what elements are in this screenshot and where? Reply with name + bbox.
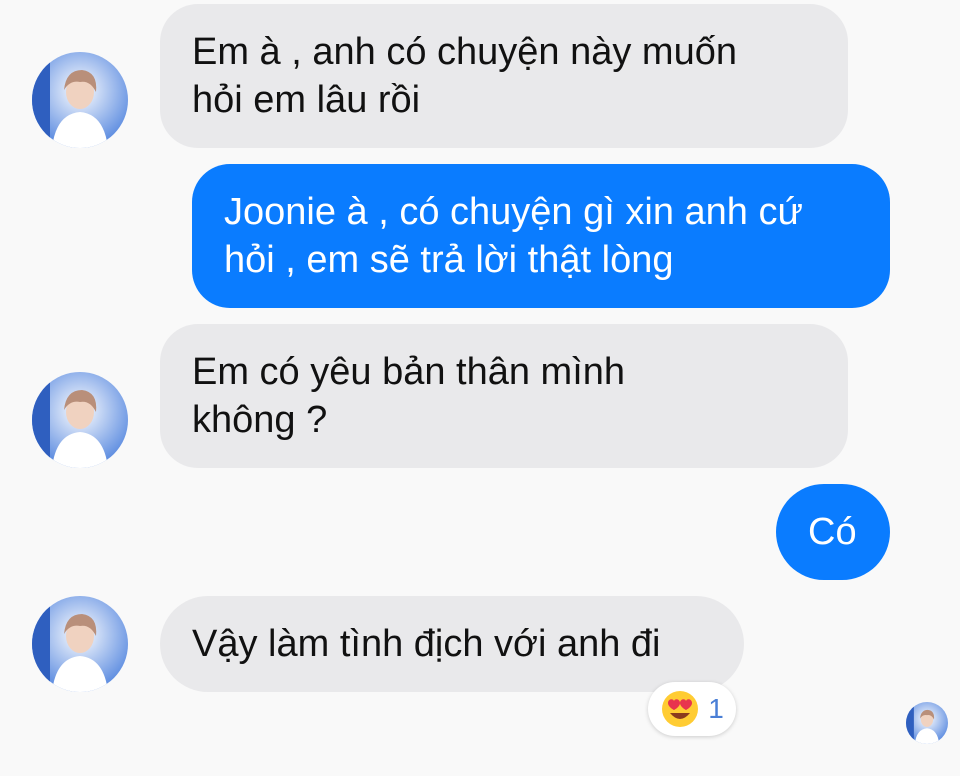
outgoing-message-bubble[interactable]: Có — [776, 484, 890, 580]
incoming-message-bubble[interactable]: Vậy làm tình địch với anh đi — [160, 596, 744, 692]
reaction-count: 1 — [708, 693, 724, 724]
profile-photo-icon — [32, 52, 128, 148]
contact-avatar[interactable] — [32, 372, 128, 468]
incoming-message-bubble[interactable]: Em à , anh có chuyện này muốn hỏi em lâu… — [160, 4, 848, 148]
profile-photo-icon — [32, 372, 128, 468]
chat-thread: Em à , anh có chuyện này muốn hỏi em lâu… — [0, 0, 960, 776]
contact-avatar[interactable] — [32, 52, 128, 148]
seen-by-avatar — [906, 702, 948, 744]
profile-photo-icon — [32, 596, 128, 692]
message-reaction[interactable]: 1 — [648, 682, 736, 736]
heart-eyes-emoji-icon — [660, 689, 700, 729]
outgoing-message-bubble[interactable]: Joonie à , có chuyện gì xin anh cứ hỏi ,… — [192, 164, 890, 308]
contact-avatar[interactable] — [32, 596, 128, 692]
incoming-message-bubble[interactable]: Em có yêu bản thân mình không ? — [160, 324, 848, 468]
profile-photo-icon — [906, 702, 948, 744]
